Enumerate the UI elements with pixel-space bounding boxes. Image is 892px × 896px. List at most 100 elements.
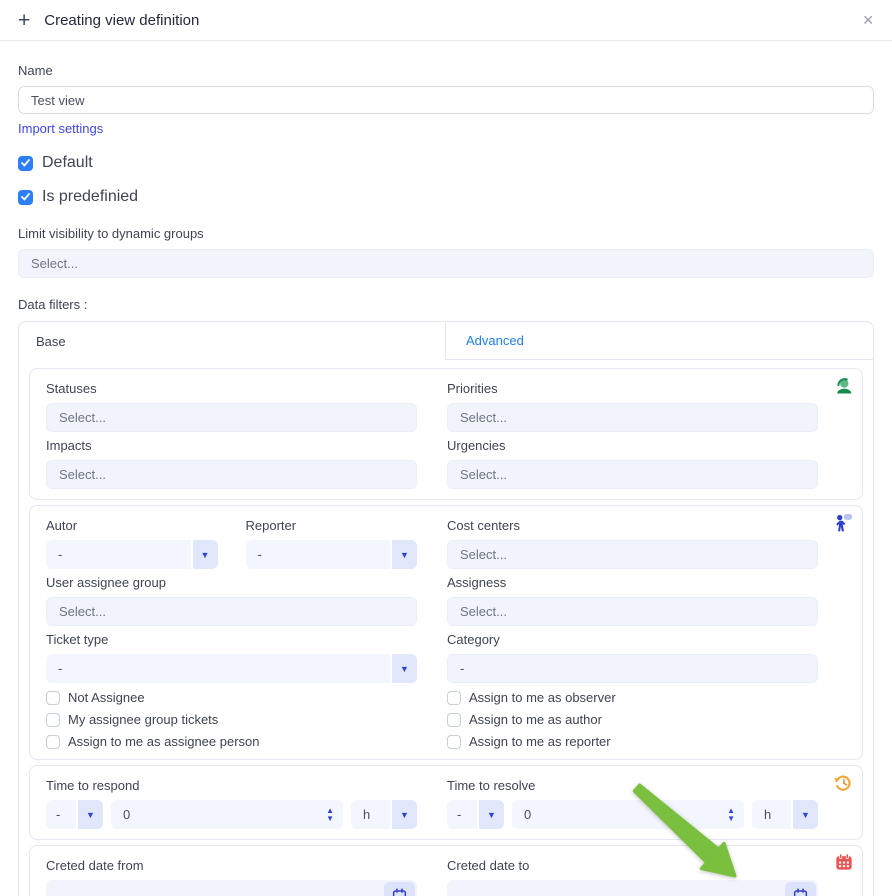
calendar-icon: [392, 887, 407, 896]
chevron-down-icon: ▼: [190, 540, 218, 569]
assignment-checkboxes-right: Assign to me as observer Assign to me as…: [447, 683, 818, 749]
autor-field: Autor - ▼: [46, 512, 218, 569]
person-filter-icon: [831, 513, 853, 540]
assign-me-observer-checkbox-row[interactable]: Assign to me as observer: [447, 690, 818, 705]
status-filters-section: Statuses Select... Priorities Select... …: [29, 368, 863, 500]
autor-dropdown[interactable]: - ▼: [46, 540, 218, 569]
assign-me-reporter-checkbox[interactable]: [447, 734, 461, 749]
cost-centers-field: Cost centers Select...: [447, 512, 818, 569]
predefined-checkbox-label: Is predefinied: [42, 188, 139, 205]
statuses-select[interactable]: Select...: [46, 403, 417, 432]
data-filters-panel: Base Advanced Statuses Select... Priorit…: [18, 321, 874, 896]
default-checkbox-row[interactable]: Default: [18, 154, 874, 172]
tab-strip: Advanced: [446, 322, 873, 360]
resolve-unit-dropdown[interactable]: h ▼: [752, 800, 818, 829]
stepper-up-icon[interactable]: ▲: [727, 807, 735, 815]
priorities-select[interactable]: Select...: [447, 403, 818, 432]
stepper-down-icon[interactable]: ▼: [326, 815, 334, 823]
plus-icon: +: [18, 8, 31, 32]
check-icon: [21, 193, 30, 201]
limit-visibility-label: Limit visibility to dynamic groups: [18, 226, 204, 241]
checkbox-label: My assignee group tickets: [68, 712, 219, 727]
data-filters-label: Data filters :: [18, 297, 88, 312]
statuses-field: Statuses Select...: [46, 375, 417, 432]
calendar-alert-icon: [835, 853, 853, 876]
category-select[interactable]: -: [447, 654, 818, 683]
resolve-operator-value: -: [457, 807, 462, 822]
respond-unit-value: h: [363, 807, 371, 822]
resolve-stepper[interactable]: ▲ ▼: [727, 807, 735, 823]
respond-number-input[interactable]: 0 ▲ ▼: [111, 800, 343, 829]
time-to-resolve-field: Time to resolve - ▼ 0 ▲ ▼ h ▼: [447, 772, 818, 829]
respond-operator-value: -: [56, 807, 61, 822]
created-date-to-label: Creted date to: [447, 858, 530, 873]
calendar-icon: [793, 887, 808, 896]
autor-value: -: [58, 547, 63, 562]
checkbox-label: Not Assignee: [68, 690, 145, 705]
not-assignee-checkbox-row[interactable]: Not Assignee: [46, 690, 417, 705]
dialog-title: Creating view definition: [44, 11, 200, 29]
respond-unit-dropdown[interactable]: h ▼: [351, 800, 417, 829]
cost-centers-label: Cost centers: [447, 518, 520, 533]
resolve-number-input[interactable]: 0 ▲ ▼: [512, 800, 744, 829]
limit-visibility-select[interactable]: Select...: [18, 249, 874, 278]
dialog-header: + Creating view definition ✕: [0, 0, 892, 41]
import-settings-link[interactable]: Import settings: [18, 121, 103, 136]
respond-stepper[interactable]: ▲ ▼: [326, 807, 334, 823]
created-date-from-field: Creted date from: [46, 852, 417, 896]
calendar-picker-button[interactable]: [785, 882, 816, 896]
respond-operator-dropdown[interactable]: - ▼: [46, 800, 103, 829]
statuses-label: Statuses: [46, 381, 97, 396]
urgencies-select[interactable]: Select...: [447, 460, 818, 489]
stepper-down-icon[interactable]: ▼: [727, 815, 735, 823]
assign-me-author-checkbox[interactable]: [447, 712, 461, 727]
assign-me-assignee-checkbox-row[interactable]: Assign to me as assignee person: [46, 734, 417, 749]
assign-me-author-checkbox-row[interactable]: Assign to me as author: [447, 712, 818, 727]
close-icon[interactable]: ✕: [862, 12, 874, 29]
chevron-down-icon: ▼: [390, 800, 417, 829]
check-icon: [21, 159, 30, 167]
my-assignee-group-checkbox[interactable]: [46, 712, 60, 727]
time-filters-section: Time to respond - ▼ 0 ▲ ▼ h ▼ Time to re…: [29, 765, 863, 840]
category-field: Category -: [447, 626, 818, 683]
default-checkbox[interactable]: [18, 155, 33, 171]
urgencies-label: Urgencies: [447, 438, 506, 453]
priorities-field: Priorities Select...: [447, 375, 818, 432]
reporter-dropdown[interactable]: - ▼: [245, 540, 417, 569]
time-to-respond-field: Time to respond - ▼ 0 ▲ ▼ h ▼: [46, 772, 417, 829]
tab-advanced[interactable]: Advanced: [466, 333, 524, 348]
impacts-select[interactable]: Select...: [46, 460, 417, 489]
tab-bar: Base Advanced: [19, 322, 873, 360]
assign-me-observer-checkbox[interactable]: [447, 690, 461, 705]
predefined-checkbox-row[interactable]: Is predefinied: [18, 188, 874, 206]
created-date-from-input[interactable]: [46, 880, 417, 896]
respond-number-value: 0: [123, 807, 131, 822]
stepper-up-icon[interactable]: ▲: [326, 807, 334, 815]
time-to-respond-label: Time to respond: [46, 778, 140, 793]
chevron-down-icon: ▼: [390, 654, 417, 683]
predefined-checkbox[interactable]: [18, 189, 33, 205]
priorities-label: Priorities: [447, 381, 498, 396]
ticket-type-dropdown[interactable]: - ▼: [46, 654, 417, 683]
cost-centers-select[interactable]: Select...: [447, 540, 818, 569]
calendar-picker-button[interactable]: [384, 882, 415, 896]
tab-base[interactable]: Base: [19, 322, 446, 360]
autor-label: Autor: [46, 518, 78, 533]
user-assignee-group-label: User assignee group: [46, 575, 166, 590]
reporter-label: Reporter: [245, 518, 297, 533]
clock-history-icon: [833, 773, 853, 798]
not-assignee-checkbox[interactable]: [46, 690, 60, 705]
assign-me-assignee-checkbox[interactable]: [46, 734, 60, 749]
assign-me-reporter-checkbox-row[interactable]: Assign to me as reporter: [447, 734, 818, 749]
resolve-number-value: 0: [524, 807, 532, 822]
my-assignee-group-checkbox-row[interactable]: My assignee group tickets: [46, 712, 417, 727]
created-date-from-label: Creted date from: [46, 858, 144, 873]
user-assignee-group-select[interactable]: Select...: [46, 597, 417, 626]
created-date-to-input[interactable]: [447, 880, 818, 896]
assigness-label: Assigness: [447, 575, 507, 590]
ticket-type-label: Ticket type: [46, 632, 109, 647]
name-input[interactable]: [18, 86, 874, 114]
resolve-operator-dropdown[interactable]: - ▼: [447, 800, 504, 829]
assigness-select[interactable]: Select...: [447, 597, 818, 626]
reporter-value: -: [257, 547, 262, 562]
